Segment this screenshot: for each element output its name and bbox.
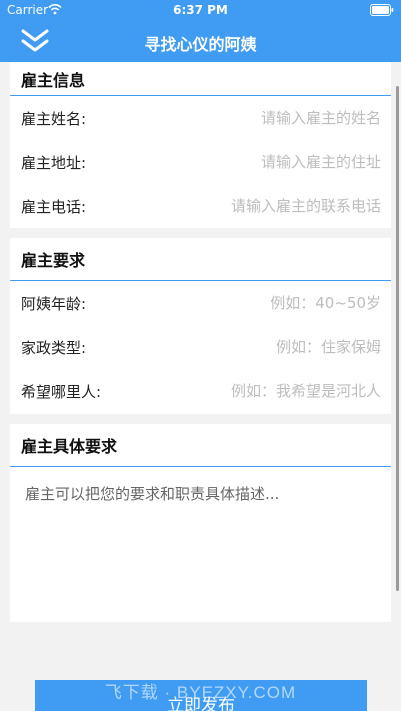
specific-requirements-header: 雇主具体要求 bbox=[10, 424, 391, 467]
specific-requirements-card: 雇主具体要求 bbox=[10, 424, 391, 622]
employer-phone-input[interactable] bbox=[94, 197, 381, 215]
status-bar: Carrier 6:37 PM bbox=[0, 0, 401, 20]
nanny-age-row: 阿姨年龄: bbox=[10, 281, 391, 325]
employer-address-input[interactable] bbox=[94, 153, 381, 171]
hometown-label: 希望哪里人: bbox=[21, 382, 102, 401]
hometown-row: 希望哪里人: bbox=[10, 369, 391, 413]
employer-name-label: 雇主姓名: bbox=[21, 109, 87, 128]
hometown-input[interactable] bbox=[109, 382, 381, 400]
employer-info-card: 雇主信息 雇主姓名: 雇主地址: 雇主电话: bbox=[10, 62, 391, 228]
battery-icon bbox=[370, 4, 394, 16]
service-type-input[interactable] bbox=[94, 338, 381, 356]
employer-requirements-header: 雇主要求 bbox=[10, 238, 391, 281]
navigation-bar: 寻找心仪的阿姨 bbox=[0, 20, 401, 62]
employer-name-row: 雇主姓名: bbox=[10, 96, 391, 140]
nanny-age-input[interactable] bbox=[94, 294, 381, 312]
nanny-age-label: 阿姨年龄: bbox=[21, 294, 87, 313]
status-time: 6:37 PM bbox=[173, 3, 228, 17]
employer-phone-row: 雇主电话: bbox=[10, 184, 391, 228]
page-title: 寻找心仪的阿姨 bbox=[144, 35, 257, 54]
employer-name-input[interactable] bbox=[94, 109, 381, 127]
employer-phone-label: 雇主电话: bbox=[21, 197, 87, 216]
employer-address-label: 雇主地址: bbox=[21, 153, 87, 172]
employer-requirements-card: 雇主要求 阿姨年龄: 家政类型: 希望哪里人: bbox=[10, 238, 391, 414]
employer-info-header: 雇主信息 bbox=[10, 62, 391, 96]
specific-requirements-textarea[interactable] bbox=[10, 467, 391, 617]
scrollbar[interactable] bbox=[396, 86, 399, 591]
publish-button[interactable]: 立即发布 bbox=[35, 680, 367, 711]
service-type-row: 家政类型: bbox=[10, 325, 391, 369]
employer-address-row: 雇主地址: bbox=[10, 140, 391, 184]
service-type-label: 家政类型: bbox=[21, 338, 87, 357]
